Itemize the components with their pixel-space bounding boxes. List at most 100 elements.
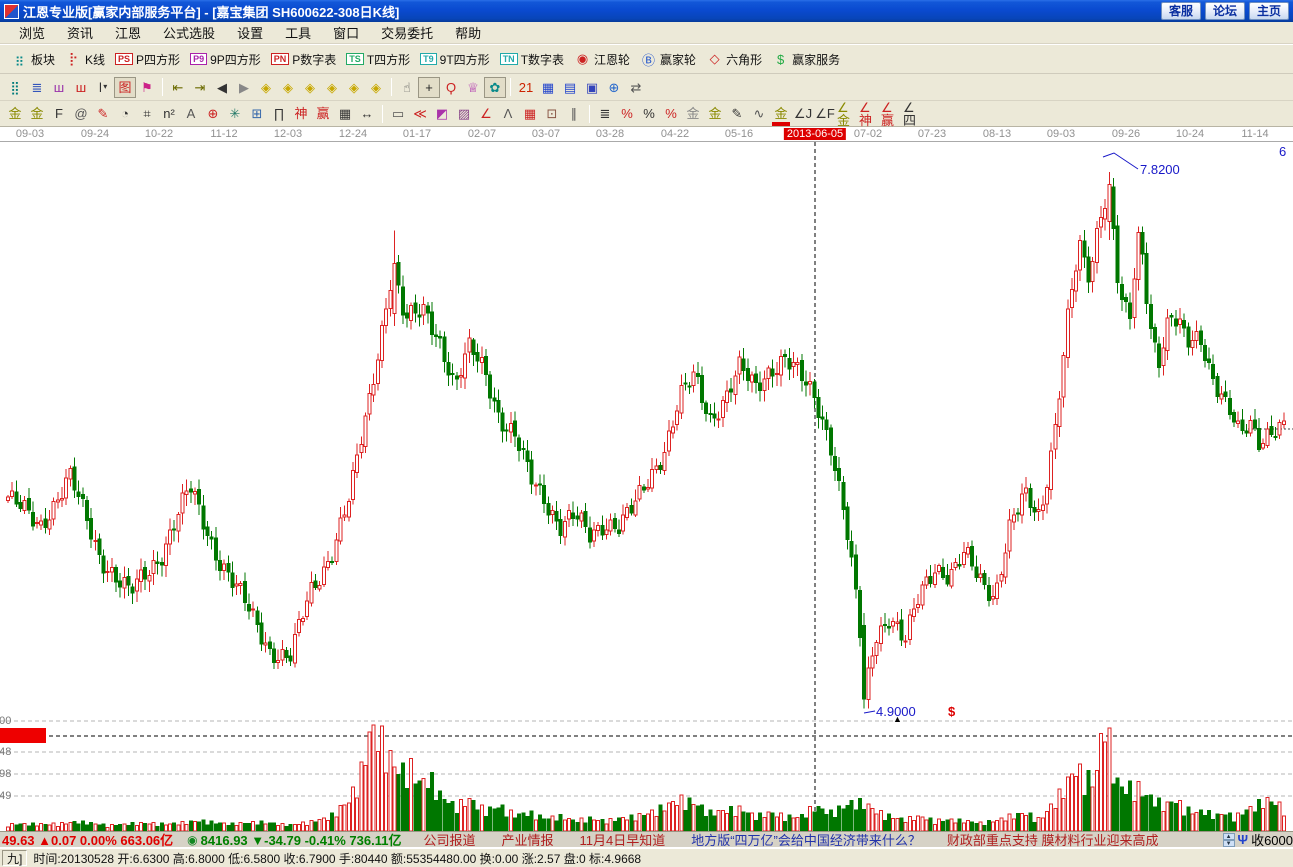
shift-left-icon[interactable]: ◈ bbox=[255, 77, 277, 98]
news-headline-2[interactable]: 11月4日早知道 bbox=[579, 833, 665, 848]
web-grid-icon[interactable]: ⊞ bbox=[246, 103, 268, 124]
pattern-tool-icon[interactable]: ✿ bbox=[484, 77, 506, 98]
zigzag-icon[interactable]: Λ bbox=[497, 103, 519, 124]
news-headline-3[interactable]: 地方版“四万亿”会给中国经济带来什么？ bbox=[691, 833, 921, 848]
menu-item-7[interactable]: 交易委托 bbox=[370, 21, 444, 44]
tool-winner-service[interactable]: $赢家服务 bbox=[769, 49, 847, 70]
news-headline-1[interactable]: 产业情报 bbox=[501, 833, 553, 848]
menu-item-8[interactable]: 帮助 bbox=[444, 21, 492, 44]
box-grid-icon[interactable]: ⊡ bbox=[541, 103, 563, 124]
menu-item-2[interactable]: 江恩 bbox=[104, 21, 152, 44]
calendar-icon[interactable]: 21 bbox=[515, 77, 537, 98]
angle-f-icon[interactable]: ∠F bbox=[814, 103, 836, 124]
k-structure-icon[interactable]: ∏ bbox=[268, 103, 290, 124]
last-bar-icon[interactable]: ⇥ bbox=[189, 77, 211, 98]
gann-gold-box2-icon[interactable]: 金 bbox=[26, 103, 48, 124]
menu-item-1[interactable]: 资讯 bbox=[56, 21, 104, 44]
bars-9-icon[interactable]: ш bbox=[70, 77, 92, 98]
win-tool-icon[interactable]: 赢 bbox=[312, 103, 334, 124]
menu-item-6[interactable]: 窗口 bbox=[322, 21, 370, 44]
expand-v-icon[interactable]: ◈ bbox=[343, 77, 365, 98]
bars-3-icon[interactable]: ш bbox=[48, 77, 70, 98]
menu-item-3[interactable]: 公式选股 bbox=[152, 21, 226, 44]
tool-9t-square[interactable]: T99T四方形 bbox=[417, 49, 497, 70]
wave-box-icon[interactable]: ∿ bbox=[748, 103, 770, 124]
tool-p-square[interactable]: PSP四方形 bbox=[112, 49, 187, 70]
gold-lines-icon[interactable]: 金 bbox=[704, 103, 726, 124]
time-cycle-icon[interactable]: ◔ bbox=[114, 103, 136, 124]
stats-list-icon[interactable]: ≣ bbox=[594, 103, 616, 124]
fan-grid-icon[interactable]: ◩ bbox=[431, 103, 453, 124]
ruler-grid-icon[interactable]: ▦ bbox=[334, 103, 356, 124]
parallel-lines-icon[interactable]: ∥ bbox=[563, 103, 585, 124]
angle-four-icon[interactable]: ∠四 bbox=[902, 103, 924, 124]
tool-kline[interactable]: ⡗K线 bbox=[62, 49, 112, 70]
width-measure-icon[interactable]: ↔ bbox=[356, 103, 378, 124]
news-headline-0[interactable]: 公司报道 bbox=[423, 833, 475, 848]
transfer-icon[interactable]: ⇄ bbox=[625, 77, 647, 98]
angle-gold-icon[interactable]: ∠金 bbox=[836, 103, 858, 124]
tool-hexagon[interactable]: ◇六角形 bbox=[703, 49, 769, 70]
grid-tool-icon[interactable]: ⌗ bbox=[136, 103, 158, 124]
angle-line-icon[interactable]: ∠ bbox=[475, 103, 497, 124]
calculator-icon[interactable]: ▦ bbox=[537, 77, 559, 98]
news-headline-4[interactable]: 财政部重点支持 膜材料行业迎来高成 bbox=[947, 833, 1159, 848]
board-switch-icon[interactable]: ⣿ bbox=[4, 77, 26, 98]
gold-circle-icon[interactable]: 金 bbox=[682, 103, 704, 124]
range-box-icon[interactable]: ▭ bbox=[387, 103, 409, 124]
tool-p-number-table[interactable]: PNP数字表 bbox=[268, 49, 344, 70]
info-list-icon[interactable]: ≣ bbox=[26, 77, 48, 98]
gold-angle-active-icon[interactable]: 金 bbox=[770, 103, 792, 124]
square-n-icon[interactable]: n² bbox=[158, 103, 180, 124]
angle-shen-icon[interactable]: ∠神 bbox=[858, 103, 880, 124]
hand-icon[interactable]: ☝ bbox=[396, 77, 418, 98]
zoom-lasso-icon[interactable]: Ϙ bbox=[440, 77, 462, 98]
tool-board[interactable]: ⣶板块 bbox=[8, 49, 62, 70]
crosshair-icon[interactable]: + bbox=[418, 77, 440, 98]
star-web-icon[interactable]: ✳ bbox=[224, 103, 246, 124]
angle-a-icon[interactable]: A bbox=[180, 103, 202, 124]
menu-item-5[interactable]: 工具 bbox=[274, 21, 322, 44]
fan-lines-icon[interactable]: ≪ bbox=[409, 103, 431, 124]
pen2-icon[interactable]: ✎ bbox=[726, 103, 748, 124]
web-icon[interactable]: ⊕ bbox=[603, 77, 625, 98]
tool-winner-wheel[interactable]: Ⓑ赢家轮 bbox=[637, 48, 703, 71]
fib-tool-icon[interactable]: F bbox=[48, 103, 70, 124]
chart-canvas[interactable] bbox=[0, 142, 1293, 831]
crown-tool-icon[interactable]: ♕ bbox=[462, 77, 484, 98]
spiral-tool-icon[interactable]: @ bbox=[70, 103, 92, 124]
kline-chart[interactable]: 7.8200 4.9000 $ ▲ 6 000448898449 bbox=[0, 142, 1293, 831]
tool-t-square[interactable]: TST四方形 bbox=[343, 49, 417, 70]
pen-tool-icon[interactable]: ✎ bbox=[92, 103, 114, 124]
expand-h-icon[interactable]: ◈ bbox=[299, 77, 321, 98]
percent-red-icon[interactable]: % bbox=[616, 103, 638, 124]
ticker-spinner[interactable]: ▲▼ bbox=[1223, 833, 1235, 847]
titlebar-button-1[interactable]: 论坛 bbox=[1205, 2, 1245, 20]
candle-type-icon[interactable]: ǀ▾ bbox=[92, 77, 114, 98]
prev-bar-icon[interactable]: ◀ bbox=[211, 77, 233, 98]
pattern-stamp-icon[interactable]: 图 bbox=[114, 77, 136, 98]
next-bar-icon[interactable]: ▶ bbox=[233, 77, 255, 98]
tool-t-number-table[interactable]: TNT数字表 bbox=[497, 49, 571, 70]
titlebar-button-0[interactable]: 客服 bbox=[1161, 2, 1201, 20]
shen-tool-icon[interactable]: 神 bbox=[290, 103, 312, 124]
save-icon[interactable]: ▣ bbox=[581, 77, 603, 98]
menu-item-4[interactable]: 设置 bbox=[226, 21, 274, 44]
red-grid-icon[interactable]: ▦ bbox=[519, 103, 541, 124]
fan-box-icon[interactable]: ▨ bbox=[453, 103, 475, 124]
shift-right-icon[interactable]: ◈ bbox=[277, 77, 299, 98]
percent-icon[interactable]: % bbox=[638, 103, 660, 124]
titlebar-button-2[interactable]: 主页 bbox=[1249, 2, 1289, 20]
gann-gold-box-icon[interactable]: 金 bbox=[4, 103, 26, 124]
menu-item-0[interactable]: 浏览 bbox=[8, 21, 56, 44]
tool-gann-wheel[interactable]: ◉江恩轮 bbox=[571, 49, 637, 70]
angle-j-icon[interactable]: ∠J bbox=[792, 103, 814, 124]
reset-zoom-icon[interactable]: ◈ bbox=[365, 77, 387, 98]
gann-target-icon[interactable]: ⊕ bbox=[202, 103, 224, 124]
tool-9p-square[interactable]: P99P四方形 bbox=[187, 49, 268, 70]
angle-win-icon[interactable]: ∠赢 bbox=[880, 103, 902, 124]
first-bar-icon[interactable]: ⇤ bbox=[167, 77, 189, 98]
compress-h-icon[interactable]: ◈ bbox=[321, 77, 343, 98]
notes-icon[interactable]: ▤ bbox=[559, 77, 581, 98]
percent-line-icon[interactable]: % bbox=[660, 103, 682, 124]
